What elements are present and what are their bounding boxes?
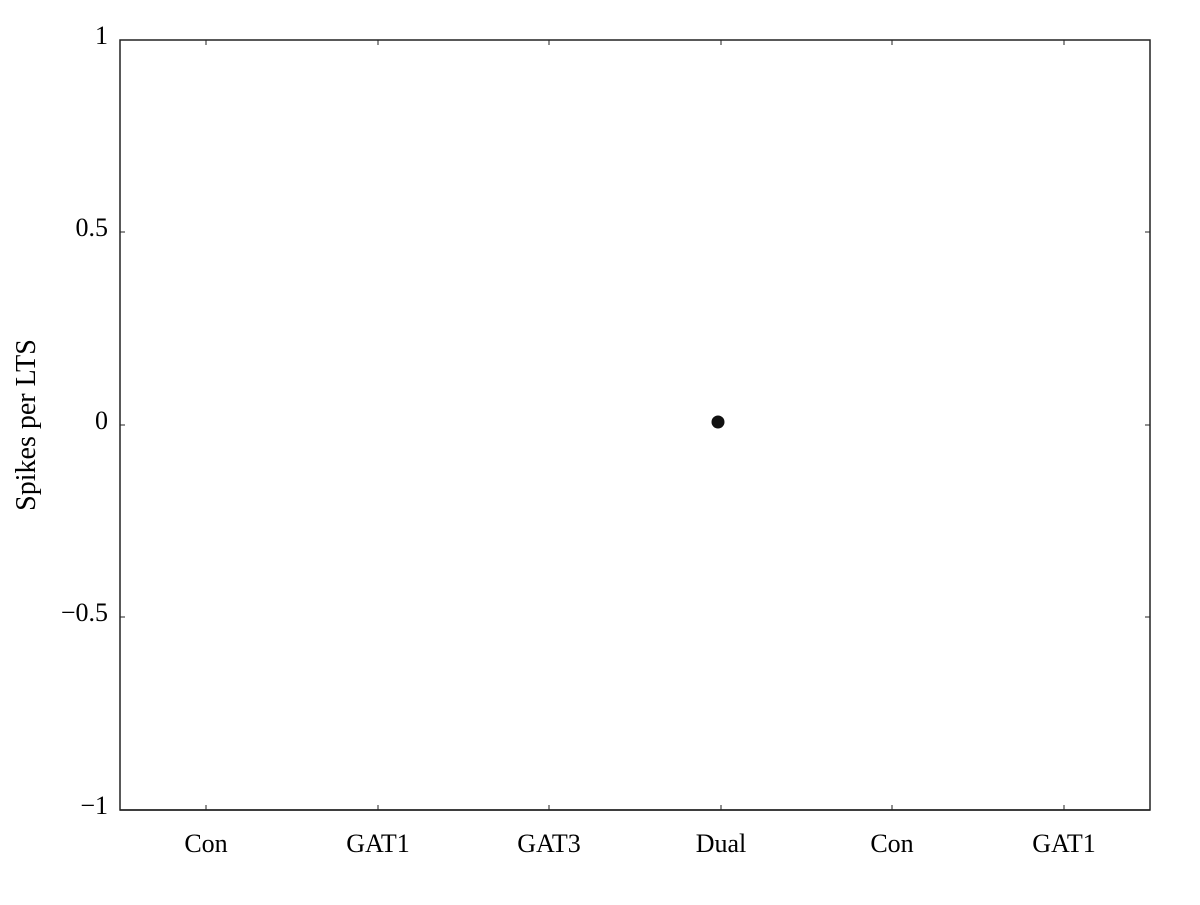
- x-label-gat1: GAT1: [346, 829, 410, 858]
- y-tick-n1: −1: [80, 791, 108, 820]
- y-tick-0: 0: [95, 406, 108, 435]
- y-tick-n05: −0.5: [61, 598, 108, 627]
- plot-background: [120, 40, 1150, 810]
- x-label-dual: Dual: [696, 829, 747, 858]
- y-axis-label: Spikes per LTS: [11, 339, 42, 511]
- chart-container: 1 0.5 0 −0.5 −1 Con GAT1 GAT3 Dual Con G…: [0, 0, 1200, 900]
- x-label-con1: Con: [184, 829, 227, 858]
- x-label-gat3: GAT3: [517, 829, 581, 858]
- y-tick-05: 0.5: [76, 213, 109, 242]
- y-tick-1: 1: [95, 21, 108, 50]
- x-label-gat1b: GAT1: [1032, 829, 1096, 858]
- data-point-dual: [712, 416, 724, 428]
- x-label-con2: Con: [870, 829, 913, 858]
- scatter-plot: 1 0.5 0 −0.5 −1 Con GAT1 GAT3 Dual Con G…: [0, 0, 1200, 900]
